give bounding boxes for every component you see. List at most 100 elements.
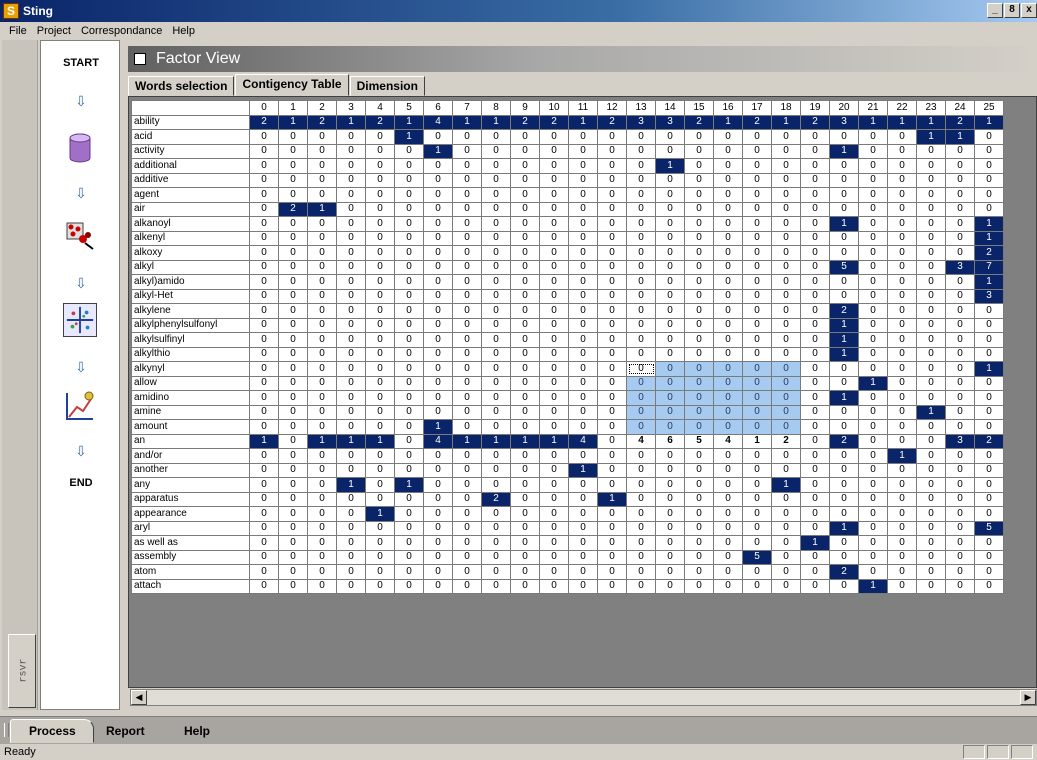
table-cell[interactable]: 0 [249, 549, 279, 565]
table-cell[interactable]: 0 [481, 390, 511, 406]
table-cell[interactable]: 0 [713, 535, 743, 551]
table-cell[interactable]: 0 [887, 361, 917, 377]
table-cell[interactable]: 0 [394, 549, 424, 565]
table-cell[interactable]: 1 [974, 361, 1004, 377]
table-cell[interactable]: 0 [916, 564, 946, 580]
table-cell[interactable]: 0 [452, 230, 482, 246]
table-cell[interactable]: 0 [655, 477, 685, 493]
table-cell[interactable]: 0 [597, 129, 627, 145]
table-cell[interactable]: 0 [858, 216, 888, 232]
minimize-button[interactable]: _ [987, 3, 1003, 18]
table-cell[interactable]: 0 [945, 361, 975, 377]
table-cell[interactable]: 0 [510, 404, 540, 420]
table-cell[interactable]: 0 [713, 303, 743, 319]
table-cell[interactable]: 0 [452, 578, 482, 594]
table-cell[interactable]: 0 [365, 201, 395, 217]
table-cell[interactable]: 0 [858, 317, 888, 333]
table-cell[interactable]: 0 [510, 564, 540, 580]
column-header[interactable]: 23 [916, 100, 946, 116]
table-cell[interactable]: 0 [539, 506, 569, 522]
table-cell[interactable]: 0 [945, 549, 975, 565]
table-cell[interactable]: 0 [945, 535, 975, 551]
table-cell[interactable]: 0 [423, 129, 453, 145]
table-cell[interactable]: 0 [510, 477, 540, 493]
table-cell[interactable]: 0 [800, 433, 830, 449]
table-cell[interactable]: 0 [365, 375, 395, 391]
table-cell[interactable]: 0 [887, 187, 917, 203]
table-cell[interactable]: 0 [945, 317, 975, 333]
table-cell[interactable]: 0 [394, 404, 424, 420]
table-cell[interactable]: 0 [887, 274, 917, 290]
column-header[interactable]: 9 [510, 100, 540, 116]
table-cell[interactable]: 0 [278, 549, 308, 565]
table-cell[interactable]: 0 [568, 346, 598, 362]
table-cell[interactable]: 0 [829, 187, 859, 203]
table-cell[interactable]: 0 [858, 158, 888, 174]
table-cell[interactable]: 0 [539, 259, 569, 275]
table-cell[interactable]: 0 [307, 259, 337, 275]
table-cell[interactable]: 0 [771, 448, 801, 464]
table-row[interactable]: appearance 0 0 0 0 1 0 0 0 0 0 0 0 0 0 0 0 0 0 0 0 0 0 0 0 0 0 [131, 506, 1004, 522]
table-cell[interactable]: 0 [452, 506, 482, 522]
table-cell[interactable]: 0 [858, 288, 888, 304]
table-cell[interactable]: 0 [713, 158, 743, 174]
table-cell[interactable]: 0 [394, 535, 424, 551]
table-cell[interactable]: 0 [945, 143, 975, 159]
table-cell[interactable]: 0 [800, 564, 830, 580]
table-cell[interactable]: 0 [365, 230, 395, 246]
table-cell[interactable]: 0 [568, 201, 598, 217]
table-cell[interactable]: 0 [336, 390, 366, 406]
table-cell[interactable]: 0 [249, 462, 279, 478]
table-cell[interactable]: 0 [307, 361, 337, 377]
table-cell[interactable]: 0 [916, 535, 946, 551]
table-cell[interactable]: 0 [510, 245, 540, 261]
table-cell[interactable]: 0 [800, 375, 830, 391]
row-label[interactable]: agent [131, 187, 250, 203]
table-cell[interactable]: 0 [858, 303, 888, 319]
table-cell[interactable]: 0 [249, 332, 279, 348]
table-cell[interactable]: 0 [974, 535, 1004, 551]
table-cell[interactable]: 0 [858, 274, 888, 290]
table-cell[interactable]: 0 [365, 288, 395, 304]
table-cell[interactable]: 0 [626, 172, 656, 188]
table-cell[interactable]: 0 [626, 448, 656, 464]
table-cell[interactable]: 0 [307, 390, 337, 406]
table-cell[interactable]: 0 [829, 245, 859, 261]
table-cell[interactable]: 0 [452, 361, 482, 377]
table-cell[interactable]: 0 [771, 216, 801, 232]
table-cell[interactable]: 0 [539, 535, 569, 551]
table-cell[interactable]: 0 [365, 520, 395, 536]
table-cell[interactable]: 0 [423, 564, 453, 580]
table-cell[interactable]: 0 [481, 375, 511, 391]
table-cell[interactable]: 0 [771, 535, 801, 551]
table-cell[interactable]: 0 [800, 158, 830, 174]
table-cell[interactable]: 0 [365, 549, 395, 565]
table-cell[interactable]: 0 [713, 216, 743, 232]
table-cell[interactable]: 0 [655, 274, 685, 290]
table-cell[interactable]: 0 [713, 506, 743, 522]
table-cell[interactable]: 0 [713, 288, 743, 304]
table-cell[interactable]: 0 [626, 491, 656, 507]
table-cell[interactable]: 0 [626, 419, 656, 435]
table-cell[interactable]: 0 [539, 578, 569, 594]
table-cell[interactable]: 0 [945, 245, 975, 261]
table-cell[interactable]: 0 [539, 564, 569, 580]
table-cell[interactable]: 0 [278, 491, 308, 507]
table-cell[interactable]: 0 [800, 346, 830, 362]
table-cell[interactable]: 0 [887, 288, 917, 304]
table-cell[interactable]: 0 [510, 288, 540, 304]
table-cell[interactable]: 1 [336, 433, 366, 449]
table-cell[interactable]: 0 [684, 317, 714, 333]
table-row[interactable]: alkylthio 0 0 0 0 0 0 0 0 0 0 0 0 0 0 0 0 0 0 0 0 1 0 0 0 0 0 [131, 346, 1004, 362]
table-cell[interactable]: 0 [974, 578, 1004, 594]
table-cell[interactable]: 0 [481, 201, 511, 217]
table-cell[interactable]: 0 [742, 578, 772, 594]
table-cell[interactable]: 0 [655, 404, 685, 420]
table-cell[interactable]: 0 [452, 303, 482, 319]
table-cell[interactable]: 0 [655, 564, 685, 580]
table-cell[interactable]: 0 [829, 201, 859, 217]
table-cell[interactable]: 0 [974, 462, 1004, 478]
table-cell[interactable]: 0 [887, 317, 917, 333]
table-cell[interactable]: 0 [336, 230, 366, 246]
table-cell[interactable]: 1 [771, 477, 801, 493]
